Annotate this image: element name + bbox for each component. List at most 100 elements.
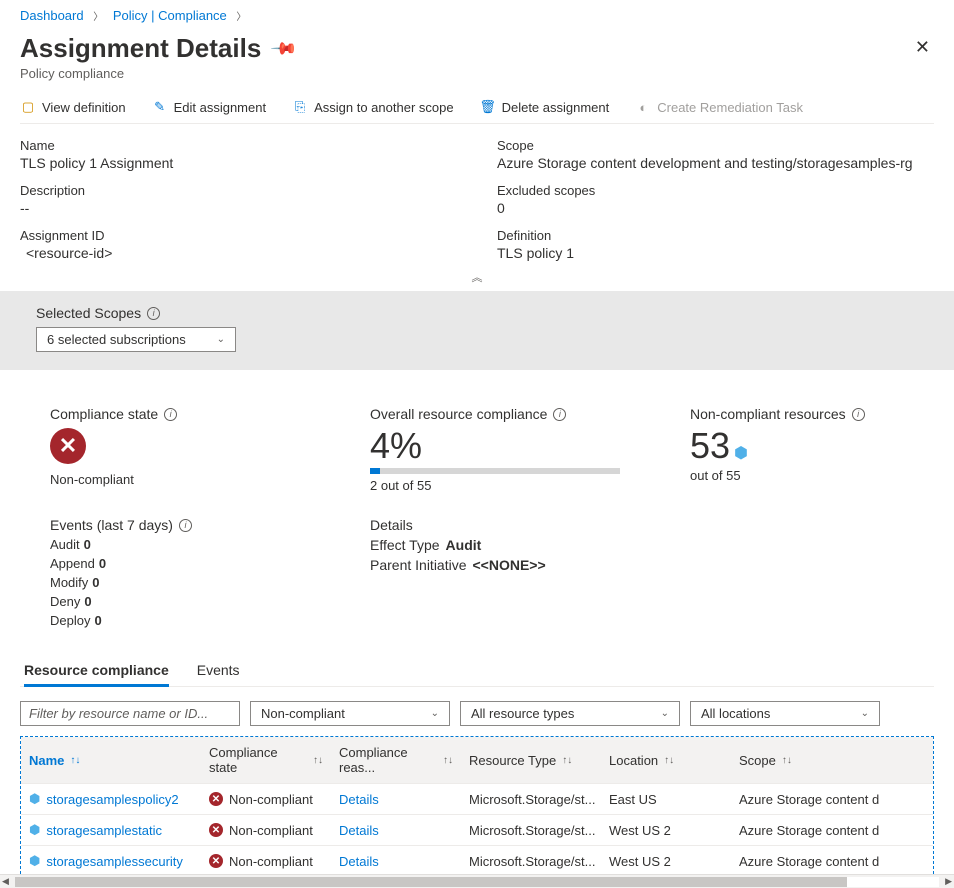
excluded-scopes-label: Excluded scopes [497,183,934,198]
delete-assignment-label: Delete assignment [502,100,610,115]
compliance-state-filter[interactable]: Non-compliant⌄ [250,701,450,726]
scope-label: Scope [497,138,934,153]
chevron-down-icon: ⌄ [431,708,439,719]
non-compliant-resources-subtext: out of 55 [690,468,865,483]
event-audit: Audit0 [50,537,310,552]
assign-scope-button[interactable]: ⎘ Assign to another scope [292,99,453,115]
info-icon[interactable]: i [179,519,192,532]
tab-resource-compliance[interactable]: Resource compliance [24,662,169,687]
effect-type: Effect TypeAudit [370,537,934,553]
row-type: Microsoft.Storage/st... [461,785,601,814]
row-type: Microsoft.Storage/st... [461,847,601,876]
event-deploy: Deploy0 [50,613,310,628]
row-state: Non-compliant [229,854,313,869]
name-value: TLS policy 1 Assignment [20,155,457,171]
chevron-right-icon: 〉 [93,12,103,23]
pencil-icon: ✎ [152,99,168,115]
scope-select[interactable]: 6 selected subscriptions ⌄ [36,327,236,352]
resource-name-link[interactable]: storagesamplestatic [46,823,162,838]
table-row[interactable]: ⬢storagesamplestatic✕Non-compliantDetail… [21,815,933,846]
chevron-right-icon: 〉 [236,12,246,23]
filter-input[interactable] [20,701,240,726]
breadcrumb-policy[interactable]: Policy | Compliance [113,8,227,23]
scope-value: Azure Storage content development and te… [497,155,934,171]
info-icon[interactable]: i [852,408,865,421]
details-link[interactable]: Details [339,823,379,838]
compliance-state-label: Compliance state [50,406,158,422]
edit-assignment-label: Edit assignment [174,100,267,115]
tab-events[interactable]: Events [197,662,240,686]
definition-value: TLS policy 1 [497,245,934,261]
assignment-id-value: <resource-id> [20,245,457,261]
view-definition-label: View definition [42,100,126,115]
name-label: Name [20,138,457,153]
close-icon[interactable]: ✕ [911,33,934,62]
view-definition-button[interactable]: ▢ View definition [20,99,126,115]
non-compliant-icon: ✕ [209,792,223,806]
chevron-down-icon: ⌄ [217,334,225,345]
edit-assignment-button[interactable]: ✎ Edit assignment [152,99,267,115]
row-scope: Azure Storage content d [731,847,933,876]
row-scope: Azure Storage content d [731,785,933,814]
document-icon: ▢ [20,99,36,115]
non-compliant-resources-label: Non-compliant resources [690,406,846,422]
description-label: Description [20,183,457,198]
breadcrumb-dashboard[interactable]: Dashboard [20,8,84,23]
horizontal-scrollbar[interactable]: ◀▶ [0,874,954,888]
overall-compliance-subtext: 2 out of 55 [370,478,630,493]
table-row[interactable]: ⬢ storagesamplessecurity ✕ Non-compliant Det… [21,846,933,877]
table-row[interactable]: ⬢storagesamplespolicy2✕Non-compliantDeta… [21,784,933,815]
page-title: Assignment Details [20,33,261,64]
trash-icon: 🗑 [480,99,496,115]
assign-icon: ⎘ [292,99,308,115]
parent-initiative: Parent Initiative<<NONE>> [370,557,934,573]
col-resource-type[interactable]: Resource Type↑↓ [461,737,601,783]
resource-name-link[interactable]: storagesamplessecurity [46,854,183,869]
row-location: West US 2 [601,847,731,876]
delete-assignment-button[interactable]: 🗑 Delete assignment [480,99,610,115]
assignment-id-label: Assignment ID [20,228,457,243]
overall-compliance-value: 4% [370,428,630,464]
breadcrumb: Dashboard 〉 Policy | Compliance 〉 [20,6,934,23]
resource-icon: ⬢ [29,822,40,838]
col-name[interactable]: Name↑↓ [21,737,201,783]
row-location: West US 2 [601,816,731,845]
details-link[interactable]: Details [339,854,379,869]
cube-icon: ⬢ [734,445,748,462]
row-scope: Azure Storage content d [731,816,933,845]
row-type: Microsoft.Storage/st... [461,816,601,845]
chevron-down-icon: ⌄ [861,708,869,719]
col-compliance-state[interactable]: Compliance state↑↓ [201,737,331,783]
scope-select-value: 6 selected subscriptions [47,332,186,347]
col-location[interactable]: Location↑↓ [601,737,731,783]
non-compliant-icon: ✕ [50,428,86,464]
resource-name-link[interactable]: storagesamplespolicy2 [46,792,178,807]
info-icon[interactable]: i [147,307,160,320]
info-icon[interactable]: i [553,408,566,421]
toolbar: ▢ View definition ✎ Edit assignment ⎘ As… [20,99,934,124]
create-remediation-label: Create Remediation Task [657,100,803,115]
page-subtitle: Policy compliance [20,66,294,81]
non-compliant-resources-value: 53 [690,425,730,466]
resource-icon: ⬢ [29,853,40,869]
definition-label: Definition [497,228,934,243]
details-label: Details [370,517,934,533]
compliance-state-value: Non-compliant [50,472,310,487]
row-location: East US [601,785,731,814]
row-state: Non-compliant [229,823,313,838]
location-filter[interactable]: All locations⌄ [690,701,880,726]
excluded-scopes-value: 0 [497,200,934,216]
col-scope[interactable]: Scope↑↓ [731,737,933,783]
event-append: Append0 [50,556,310,571]
col-compliance-reason[interactable]: Compliance reas...↑↓ [331,737,461,783]
description-value: -- [20,200,457,216]
details-link[interactable]: Details [339,792,379,807]
selected-scopes-label: Selected Scopes i [36,305,918,321]
progress-bar [370,468,620,474]
pin-icon[interactable]: 📌 [269,34,298,63]
overall-compliance-label: Overall resource compliance [370,406,547,422]
non-compliant-icon: ✕ [209,854,223,868]
event-modify: Modify0 [50,575,310,590]
resource-type-filter[interactable]: All resource types⌄ [460,701,680,726]
info-icon[interactable]: i [164,408,177,421]
